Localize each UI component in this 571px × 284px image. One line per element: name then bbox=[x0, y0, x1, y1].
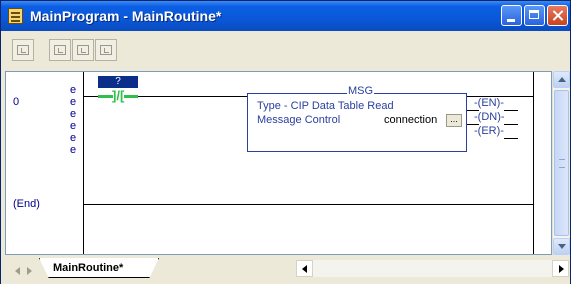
rung-number[interactable]: 0 bbox=[13, 96, 19, 108]
edit-marker: e bbox=[69, 132, 77, 144]
xio-contact[interactable]: ]/[ bbox=[112, 89, 124, 103]
msg-type-line: Type - CIP Data Table Read bbox=[257, 100, 394, 112]
rung-wire bbox=[83, 96, 98, 97]
output-dn-label: DN bbox=[481, 111, 498, 123]
rung-edit-button[interactable] bbox=[49, 39, 71, 61]
rung-cancel-icon bbox=[100, 45, 112, 55]
end-rung-label: (End) bbox=[13, 198, 40, 210]
tab-prev-icon[interactable] bbox=[12, 264, 24, 277]
contact-tag[interactable]: ? bbox=[98, 76, 138, 88]
rung-accept-button[interactable] bbox=[72, 39, 94, 61]
rung-edit-icon bbox=[54, 45, 66, 55]
edit-marker: e bbox=[69, 96, 77, 108]
close-button[interactable] bbox=[547, 5, 568, 26]
tab-next-icon[interactable] bbox=[24, 264, 36, 277]
edit-marker: e bbox=[69, 108, 77, 120]
ladder-editor-window: MainProgram - MainRoutine* 0 (End) e e e… bbox=[0, 0, 571, 284]
window-title: MainProgram - MainRoutine* bbox=[30, 8, 222, 24]
verify-routine-button[interactable] bbox=[12, 39, 34, 61]
contact-right-lead bbox=[124, 95, 138, 98]
edit-marker: e bbox=[69, 144, 77, 156]
vertical-scroll-thumb[interactable] bbox=[554, 90, 569, 236]
maximize-button[interactable] bbox=[524, 5, 545, 26]
msg-configure-button[interactable]: ... bbox=[446, 114, 462, 127]
output-en: -(EN)- bbox=[474, 97, 504, 109]
ladder-editor[interactable]: 0 (End) e e e e e e ? ]/[ MSG Type - CIP… bbox=[5, 71, 552, 255]
output-er: -(ER)- bbox=[474, 125, 504, 137]
edit-marker: e bbox=[69, 120, 77, 132]
output-er-label: ER bbox=[481, 125, 497, 137]
rung-accept-icon bbox=[77, 45, 89, 55]
tab-mainroutine-label: MainRoutine* bbox=[53, 262, 124, 274]
minimize-button[interactable] bbox=[501, 5, 522, 26]
end-rung-wire bbox=[83, 204, 533, 205]
scroll-up-button[interactable] bbox=[553, 71, 570, 88]
left-power-rail bbox=[83, 72, 84, 254]
horizontal-scrollbar[interactable] bbox=[296, 260, 569, 277]
edit-marker: e bbox=[69, 84, 77, 96]
ladder-routine-icon bbox=[8, 8, 23, 24]
scroll-left-button[interactable] bbox=[296, 260, 313, 277]
scroll-right-button[interactable] bbox=[552, 260, 569, 277]
verify-routine-icon bbox=[17, 45, 29, 55]
output-wire bbox=[504, 124, 518, 125]
rung-cancel-button[interactable] bbox=[95, 39, 117, 61]
scroll-down-button[interactable] bbox=[553, 238, 570, 255]
right-power-rail bbox=[533, 72, 534, 254]
toolbar bbox=[1, 31, 570, 71]
msg-control-label: Message Control bbox=[257, 114, 341, 126]
output-wire bbox=[504, 138, 518, 139]
title-bar[interactable]: MainProgram - MainRoutine* bbox=[1, 1, 570, 31]
vertical-scrollbar[interactable] bbox=[552, 71, 570, 255]
msg-control-value[interactable]: connection bbox=[384, 114, 437, 126]
contact-left-lead bbox=[98, 95, 113, 98]
output-dn: -(DN)- bbox=[474, 111, 505, 123]
output-wire bbox=[504, 110, 518, 111]
output-en-label: EN bbox=[481, 97, 497, 109]
msg-title: MSG bbox=[347, 85, 375, 97]
bottom-bar: MainRoutine* bbox=[1, 256, 570, 284]
rung-wire bbox=[138, 96, 247, 97]
